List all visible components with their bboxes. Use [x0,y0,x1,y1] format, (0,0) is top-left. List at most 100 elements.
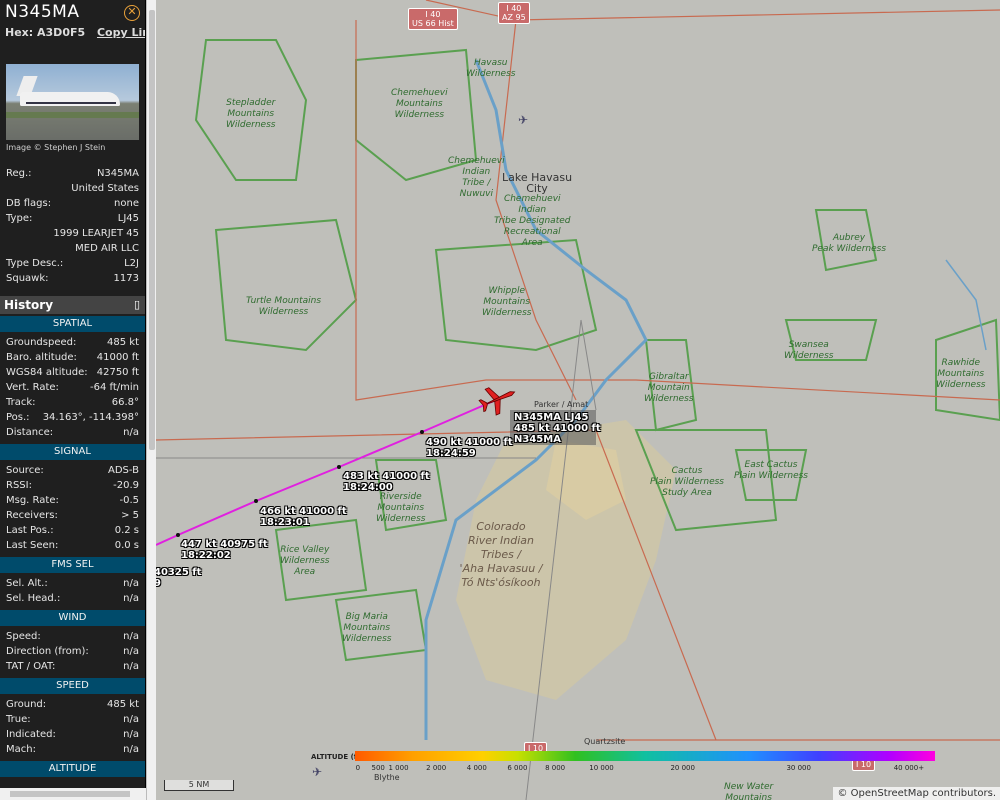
info-key: Sel. Head.: [6,593,61,604]
info-value: n/a [123,661,139,672]
track-marker[interactable] [337,465,341,469]
reservation-label: Colorado River Indian Tribes / 'Aha Hava… [459,520,543,589]
photo-credit: Image © Stephen J Stein [6,143,106,152]
altitude-tick-label: 6 000 [507,764,528,772]
detail-key: Type Desc.: [6,258,64,269]
info-key: TAT / OAT: [6,661,56,672]
wilderness-label: Big Maria Mountains Wilderness [342,612,392,644]
detail-key: DB flags: [6,198,52,209]
info-key: Pos.: [6,412,30,423]
info-value: ADS-B [107,465,139,476]
info-row: Sel. Alt.: n/a [0,578,145,593]
close-icon[interactable]: ✕ [124,5,140,21]
info-row: Indicated: n/a [0,729,145,744]
pin-icon[interactable]: ▯ [134,296,140,314]
altitude-tick-label: 1 000 [388,764,409,772]
info-row: Distance: n/a [0,427,145,442]
detail-row: United States [0,183,145,198]
info-key: Direction (from): [6,646,89,657]
info-row: Mach: n/a [0,744,145,759]
detail-value: MED AIR LLC [75,243,139,254]
altitude-tick-label: 40 000+ [893,764,925,772]
info-key: Ground: [6,699,47,710]
track-marker[interactable] [420,430,424,434]
hex-value: A3D0F5 [37,26,86,39]
info-value: -20.9 [113,480,139,491]
info-value: 485 kt [107,699,139,710]
info-key: Receivers: [6,510,58,521]
info-value: -0.5 [119,495,139,506]
detail-row: Reg.: N345MA [0,168,145,183]
aircraft-label[interactable]: N345MA LJ45 485 kt 41000 ft N345MA [514,412,601,445]
aircraft-info-sidebar: N345MA ✕ Hex: A3D0F5 Copy Link Image © S… [0,0,146,800]
track-speed-alt: 447 kt 40975 ft [181,539,268,550]
detail-key: Squawk: [6,273,49,284]
section-list: Ground: 485 kt True: n/a Indicated: n/a Mach: n… [0,694,145,759]
info-value: n/a [123,593,139,604]
wilderness-label: Stepladder Mountains Wilderness [226,98,276,130]
sidebar-scrollbar[interactable] [146,0,156,800]
track-point-label[interactable]: 483 kt 41000 ft 18:24:00 [343,471,430,493]
altitude-color-bar [355,751,935,761]
wilderness-label: East Cactus Plain Wilderness [734,460,808,481]
info-key: Sel. Alt.: [6,578,48,589]
info-row: Groundspeed: 485 kt [0,337,145,352]
detail-value: none [114,198,139,209]
wilderness-label: Turtle Mountains Wilderness [246,296,322,317]
altitude-tick-label: 20 000 [670,764,695,772]
track-point-label[interactable]: 40325 ft 9 [156,567,201,589]
detail-value: 1999 LEARJET 45 [53,228,139,239]
hscroll-thumb[interactable] [10,791,130,797]
airport-icon[interactable]: ✈ [518,113,528,127]
section-header-speed: SPEED [0,678,145,694]
map-view[interactable]: ✈ ✈ Stepladder Mountains Wilderness Cheme… [156,0,1000,800]
info-key: Baro. altitude: [6,352,77,363]
altitude-tick-label: 0 [355,764,361,772]
info-value: n/a [123,729,139,740]
map-attribution[interactable]: © OpenStreetMap contributors. [833,787,1000,800]
altitude-legend: ALTITUDE (ft) 0 500 1 000 2 000 4 000 6 000 8 … [311,751,951,777]
wilderness-label: Gibraltar Mountain Wilderness [644,372,694,404]
wilderness-label: Whipple Mountains Wilderness [482,286,532,318]
info-value: n/a [123,744,139,755]
sidebar-hscrollbar[interactable] [0,788,146,800]
info-row: Last Pos.: 0.2 s [0,525,145,540]
altitude-tick-label: 30 000 [786,764,811,772]
info-key: Mach: [6,744,36,755]
track-marker[interactable] [176,533,180,537]
wilderness-label: Rawhide Mountains Wilderness [936,358,986,390]
track-speed-alt: 483 kt 41000 ft [343,471,430,482]
sidebar-header: N345MA ✕ [0,0,145,26]
detail-value: 1173 [113,273,139,284]
info-value: 0.2 s [114,525,139,536]
altitude-tick-label: 2 000 [426,764,447,772]
track-point-label[interactable]: 447 kt 40975 ft 18:22:02 [181,539,268,561]
track-point-label[interactable]: 490 kt 41000 ft 18:24:59 [426,437,513,459]
scroll-thumb[interactable] [149,10,155,450]
detail-row: Squawk: 1173 [0,273,145,288]
highway-shield: I 40 US 66 Hist [408,8,458,30]
info-row: Baro. altitude: 41000 ft [0,352,145,367]
wilderness-label: Havasu Wilderness [466,58,516,79]
history-header[interactable]: History ▯ [0,296,145,314]
info-value: n/a [123,631,139,642]
track-point-label[interactable]: 466 kt 41000 ft 18:23:01 [260,506,347,528]
aircraft-photo[interactable] [6,64,139,140]
info-key: RSSI: [6,480,32,491]
river-branch [945,259,987,351]
highway-shield: I 40 AZ 95 [498,2,530,24]
info-value: 66.8° [111,397,139,408]
copy-link-button[interactable]: Copy Link [97,26,145,39]
wilderness-label: Chemehuevi Mountains Wilderness [391,88,448,120]
info-key: Indicated: [6,729,56,740]
wilderness-label: Swansea Wilderness [784,340,834,361]
wilderness-label: Aubrey Peak Wilderness [812,233,887,254]
section-header-altitude: ALTITUDE [0,761,145,777]
hex-label: Hex: [5,26,34,39]
track-marker[interactable] [254,499,258,503]
info-value: n/a [123,714,139,725]
altitude-tick-label: 500 [371,764,385,772]
info-value: 42750 ft [96,367,139,378]
info-key: Source: [6,465,44,476]
section-list: Source: ADS-B RSSI: -20.9 Msg. Rate: -0.5 Rece… [0,460,145,555]
